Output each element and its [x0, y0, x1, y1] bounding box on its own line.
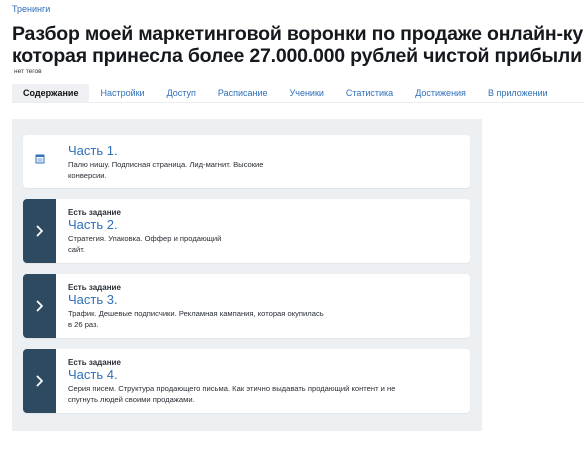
lesson-description-line: сайт.	[68, 245, 86, 254]
lesson-expand-toggle[interactable]	[23, 274, 56, 338]
lesson-expand-toggle[interactable]	[23, 199, 56, 263]
task-badge: Есть задание	[68, 358, 121, 367]
lesson-description: Палю нишу. Подписная страница. Лид-магни…	[68, 159, 456, 181]
lesson-content: Часть 1. Палю нишу. Подписная страница. …	[68, 135, 456, 181]
lesson-title[interactable]: Часть 2.	[68, 218, 456, 232]
tab-achievements[interactable]: Достижения	[404, 84, 477, 102]
lesson-title[interactable]: Часть 1.	[68, 144, 456, 158]
tab-students[interactable]: Ученики	[279, 84, 335, 102]
tab-access[interactable]: Доступ	[156, 84, 207, 102]
tab-bar: Содержание Настройки Доступ Расписание У…	[12, 84, 584, 103]
lesson-description-line: Трафик. Дешевые подписчики. Рекламная ка…	[68, 309, 324, 318]
lesson-description-line: в 26 раз.	[68, 320, 99, 329]
page-title: Разбор моей маркетинговой воронки по про…	[12, 23, 584, 67]
lesson-title[interactable]: Часть 4.	[68, 368, 456, 382]
lesson-description-line: Серия писем. Структура продающего письма…	[68, 384, 396, 393]
task-badge: Есть задание	[68, 208, 121, 217]
tab-schedule[interactable]: Расписание	[207, 84, 279, 102]
page-title-line-1: Разбор моей маркетинговой воронки по про…	[12, 23, 584, 45]
page-title-line-2: которая принесла более 27.000.000 рублей…	[12, 45, 582, 67]
lesson-description: Серия писем. Структура продающего письма…	[68, 383, 456, 405]
lesson-content: Есть задание Часть 4. Серия писем. Струк…	[68, 349, 456, 405]
chevron-right-icon	[36, 225, 44, 237]
lesson-content: Есть задание Часть 2. Стратегия. Упаковк…	[68, 199, 456, 255]
chevron-right-icon	[36, 375, 44, 387]
lesson-description: Стратегия. Упаковка. Оффер и продающий с…	[68, 233, 456, 255]
task-badge: Есть задание	[68, 283, 121, 292]
lesson-title[interactable]: Часть 3.	[68, 293, 456, 307]
tags-label: нет тегов	[14, 68, 42, 75]
lesson-description-line: конверсии.	[68, 171, 107, 180]
lesson-description-line: Палю нишу. Подписная страница. Лид-магни…	[68, 160, 264, 169]
lesson-expand-toggle[interactable]	[23, 349, 56, 413]
page: Тренинги Разбор моей маркетинговой ворон…	[0, 0, 584, 455]
chevron-right-icon	[36, 300, 44, 312]
lesson-card-4[interactable]: Есть задание Часть 4. Серия писем. Струк…	[23, 349, 470, 413]
document-icon	[35, 151, 45, 164]
tab-statistics[interactable]: Статистика	[335, 84, 404, 102]
tab-content[interactable]: Содержание	[12, 84, 90, 102]
breadcrumb-link[interactable]: Тренинги	[12, 4, 50, 14]
tab-in-app[interactable]: В приложении	[477, 84, 559, 102]
lesson-card-3[interactable]: Есть задание Часть 3. Трафик. Дешевые по…	[23, 274, 470, 338]
lesson-content: Есть задание Часть 3. Трафик. Дешевые по…	[68, 274, 456, 330]
lesson-description-line: Стратегия. Упаковка. Оффер и продающий	[68, 234, 222, 243]
lesson-card-1[interactable]: Часть 1. Палю нишу. Подписная страница. …	[23, 135, 470, 188]
lesson-description-line: спугнуть людей своими продажами.	[68, 395, 195, 404]
tab-settings[interactable]: Настройки	[89, 84, 155, 102]
lesson-card-2[interactable]: Есть задание Часть 2. Стратегия. Упаковк…	[23, 199, 470, 263]
lessons-panel: Часть 1. Палю нишу. Подписная страница. …	[12, 119, 482, 431]
lesson-description: Трафик. Дешевые подписчики. Рекламная ка…	[68, 308, 456, 330]
